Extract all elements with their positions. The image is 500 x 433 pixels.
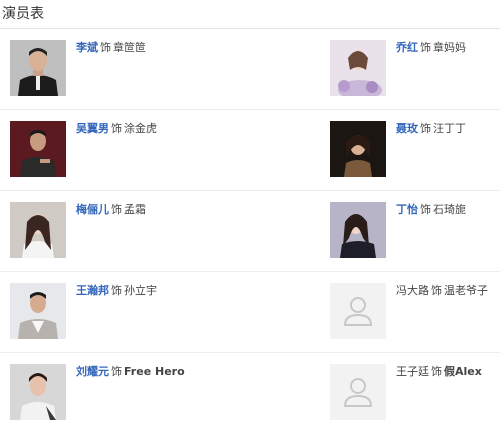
- cast-row: 李斌饰章笸笸 乔红饰章妈妈: [0, 29, 500, 110]
- actor-photo[interactable]: [10, 121, 66, 177]
- actor-name: 冯大路: [396, 284, 429, 297]
- cast-entry: 丁怡饰石琦旎: [330, 202, 500, 260]
- role-name: 涂金虎: [124, 122, 157, 135]
- cast-row: 刘耀元饰 Free Hero 王子廷饰假Alex: [0, 353, 500, 433]
- placeholder-avatar: [330, 283, 386, 339]
- cast-text: 聂玫饰汪丁丁: [396, 121, 466, 137]
- as-label: 饰: [111, 122, 122, 135]
- user-silhouette-icon: [330, 364, 386, 420]
- role-name: 温老爷子: [444, 284, 488, 297]
- as-label: 饰: [420, 122, 431, 135]
- actor-photo[interactable]: [10, 364, 66, 420]
- actor-name-link[interactable]: 李斌: [76, 41, 98, 54]
- cast-text: 冯大路饰温老爷子: [396, 283, 488, 299]
- cast-entry: 冯大路饰温老爷子: [330, 283, 500, 341]
- actor-photo[interactable]: [330, 121, 386, 177]
- cast-text: 王子廷饰假Alex: [396, 364, 482, 380]
- cast-text: 吴翼男饰涂金虎: [76, 121, 157, 137]
- cast-text: 丁怡饰石琦旎: [396, 202, 466, 218]
- actor-name-link[interactable]: 刘耀元: [76, 365, 109, 378]
- cast-text: 梅俪儿饰孟霜: [76, 202, 146, 218]
- cast-entry: 聂玫饰汪丁丁: [330, 121, 500, 179]
- cast-entry: 王子廷饰假Alex: [330, 364, 500, 422]
- role-name: 孙立宇: [124, 284, 157, 297]
- as-label: 饰: [100, 41, 111, 54]
- role-name: 章妈妈: [433, 41, 466, 54]
- actor-name-link[interactable]: 丁怡: [396, 203, 418, 216]
- actor-name-link[interactable]: 吴翼男: [76, 122, 109, 135]
- cast-header: 演员表: [0, 0, 500, 29]
- as-label: 饰: [420, 203, 431, 216]
- role-name: 章笸笸: [113, 41, 146, 54]
- as-label: 饰: [111, 203, 122, 216]
- as-label: 饰: [111, 284, 122, 297]
- cast-entry: 刘耀元饰 Free Hero: [10, 364, 320, 422]
- cast-text: 乔红饰章妈妈: [396, 40, 466, 56]
- cast-text: 刘耀元饰 Free Hero: [76, 364, 185, 380]
- user-silhouette-icon: [330, 283, 386, 339]
- cast-text: 王瀚邦饰孙立宇: [76, 283, 157, 299]
- section-title: 演员表: [2, 6, 44, 22]
- role-name: 汪丁丁: [433, 122, 466, 135]
- cast-row: 王瀚邦饰孙立宇 冯大路饰温老爷子: [0, 272, 500, 353]
- actor-name-link[interactable]: 聂玫: [396, 122, 418, 135]
- cast-entry: 梅俪儿饰孟霜: [10, 202, 320, 260]
- role-name: 石琦旎: [433, 203, 466, 216]
- cast-row: 梅俪儿饰孟霜 丁怡饰石琦旎: [0, 191, 500, 272]
- actor-name-link[interactable]: 乔红: [396, 41, 418, 54]
- as-label: 饰: [431, 365, 442, 378]
- actor-photo[interactable]: [330, 202, 386, 258]
- role-name: 假Alex: [444, 365, 482, 378]
- cast-entry: 李斌饰章笸笸: [10, 40, 320, 98]
- actor-photo[interactable]: [10, 202, 66, 258]
- cast-text: 李斌饰章笸笸: [76, 40, 146, 56]
- as-label: 饰: [431, 284, 442, 297]
- role-name: 孟霜: [124, 203, 146, 216]
- actor-photo[interactable]: [330, 40, 386, 96]
- actor-name-link[interactable]: 王瀚邦: [76, 284, 109, 297]
- cast-entry: 王瀚邦饰孙立宇: [10, 283, 320, 341]
- cast-entry: 吴翼男饰涂金虎: [10, 121, 320, 179]
- placeholder-avatar: [330, 364, 386, 420]
- role-name: Free Hero: [124, 365, 185, 378]
- actor-photo[interactable]: [10, 283, 66, 339]
- actor-name: 王子廷: [396, 365, 429, 378]
- as-label: 饰: [420, 41, 431, 54]
- actor-name-link[interactable]: 梅俪儿: [76, 203, 109, 216]
- actor-photo[interactable]: [10, 40, 66, 96]
- cast-entry: 乔红饰章妈妈: [330, 40, 500, 98]
- as-label: 饰: [111, 365, 122, 378]
- cast-row: 吴翼男饰涂金虎 聂玫饰汪丁丁: [0, 110, 500, 191]
